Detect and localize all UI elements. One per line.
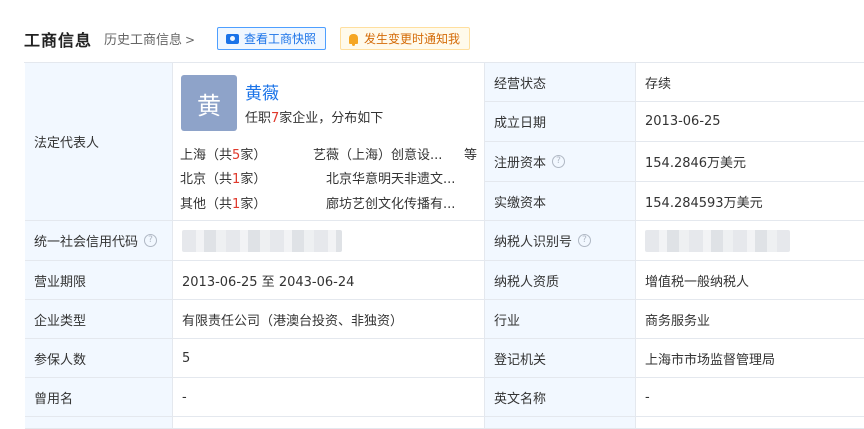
help-icon[interactable]: ? [552, 155, 566, 168]
insured-count-label: 参保人数 [25, 339, 173, 378]
industry-value: 商务服务业 [636, 300, 864, 339]
company-type-label: 企业类型 [25, 300, 173, 339]
notify-button-label: 发生变更时通知我 [364, 32, 461, 46]
registered-capital-text: 注册资本 [494, 156, 547, 171]
help-icon[interactable]: ? [144, 234, 158, 247]
legal-rep-name[interactable]: 黄薇 [245, 79, 279, 104]
summary-suffix: 家企业，分布如下 [279, 111, 384, 126]
location-other[interactable]: 其他（共1家） [180, 193, 266, 212]
business-info-table: 法定代表人 黄 黄薇 任职7家企业，分布如下 上海（共5家） 艺薇（上海）创意设… [24, 62, 864, 429]
next-row-label [25, 417, 173, 429]
avatar: 黄 [181, 75, 237, 131]
location-region: 北京 [180, 172, 207, 187]
section-title: 工商信息 [24, 31, 93, 50]
registered-capital-value: 154.2846万美元 [636, 142, 864, 182]
english-name-label: 英文名称 [485, 378, 636, 417]
taxpayer-id-value [636, 221, 864, 261]
next-row-label [485, 417, 636, 429]
founded-label: 成立日期 [485, 102, 636, 142]
registry-value: 上海市市场监督管理局 [636, 339, 864, 378]
bell-icon [349, 33, 358, 46]
redacted-value [645, 229, 790, 252]
location-region: 上海 [180, 148, 207, 163]
next-row-value [636, 417, 864, 429]
company-type-value: 有限责任公司（港澳台投资、非独资） [173, 300, 485, 339]
notify-button[interactable]: 发生变更时通知我 [340, 27, 470, 50]
insured-count-value: 5 [173, 339, 485, 378]
section-header: 工商信息 历史工商信息 > 查看工商快照 发生变更时通知我 [0, 0, 864, 62]
registered-capital-label: 注册资本? [485, 142, 636, 182]
credit-code-text: 统一社会信用代码 [34, 235, 139, 250]
taxpayer-qual-label: 纳税人资质 [485, 261, 636, 300]
location-open: （共 [206, 197, 233, 212]
status-value: 存续 [636, 63, 864, 102]
former-name-value: - [173, 378, 485, 417]
location-shanghai[interactable]: 上海（共5家） [180, 144, 266, 163]
redacted-value [182, 229, 342, 252]
legal-rep-cell: 黄 黄薇 任职7家企业，分布如下 上海（共5家） 艺薇（上海）创意设... 等 … [173, 63, 485, 221]
chevron-right-icon: > [185, 33, 196, 47]
summary-prefix: 任职 [245, 111, 272, 126]
former-name-label: 曾用名 [25, 378, 173, 417]
legal-rep-label: 法定代表人 [25, 63, 173, 221]
registry-label: 登记机关 [485, 339, 636, 378]
location-open: （共 [206, 148, 233, 163]
location-close: 家） [240, 148, 267, 163]
location-region: 其他 [180, 197, 207, 212]
location-close: 家） [240, 172, 267, 187]
term-value: 2013-06-25 至 2043-06-24 [173, 261, 485, 300]
location-beijing[interactable]: 北京（共1家） [180, 168, 266, 187]
camera-icon [226, 33, 239, 44]
more-link[interactable]: 等 [464, 144, 477, 163]
next-row-value [173, 417, 485, 429]
term-label: 营业期限 [25, 261, 173, 300]
credit-code-label: 统一社会信用代码? [25, 221, 173, 261]
taxpayer-id-text: 纳税人识别号 [494, 235, 573, 250]
snapshot-button[interactable]: 查看工商快照 [217, 27, 326, 50]
paid-capital-label: 实缴资本 [485, 182, 636, 221]
credit-code-value [173, 221, 485, 261]
history-link[interactable]: 历史工商信息 > [104, 29, 195, 48]
english-name-value: - [636, 378, 864, 417]
paid-capital-value: 154.284593万美元 [636, 182, 864, 221]
industry-label: 行业 [485, 300, 636, 339]
location-close: 家） [240, 197, 267, 212]
location-company[interactable]: 北京华意明天非遗文... [326, 168, 481, 187]
legal-rep-summary: 任职7家企业，分布如下 [245, 107, 383, 126]
taxpayer-id-label: 纳税人识别号? [485, 221, 636, 261]
taxpayer-qual-value: 增值税一般纳税人 [636, 261, 864, 300]
location-company[interactable]: 廊坊艺创文化传播有... [326, 193, 481, 212]
snapshot-button-label: 查看工商快照 [244, 32, 317, 46]
location-open: （共 [206, 172, 233, 187]
help-icon[interactable]: ? [578, 234, 592, 247]
history-link-label[interactable]: 历史工商信息 [104, 33, 182, 48]
location-company[interactable]: 艺薇（上海）创意设... [313, 144, 468, 163]
status-label: 经营状态 [485, 63, 636, 102]
founded-value: 2013-06-25 [636, 102, 864, 142]
